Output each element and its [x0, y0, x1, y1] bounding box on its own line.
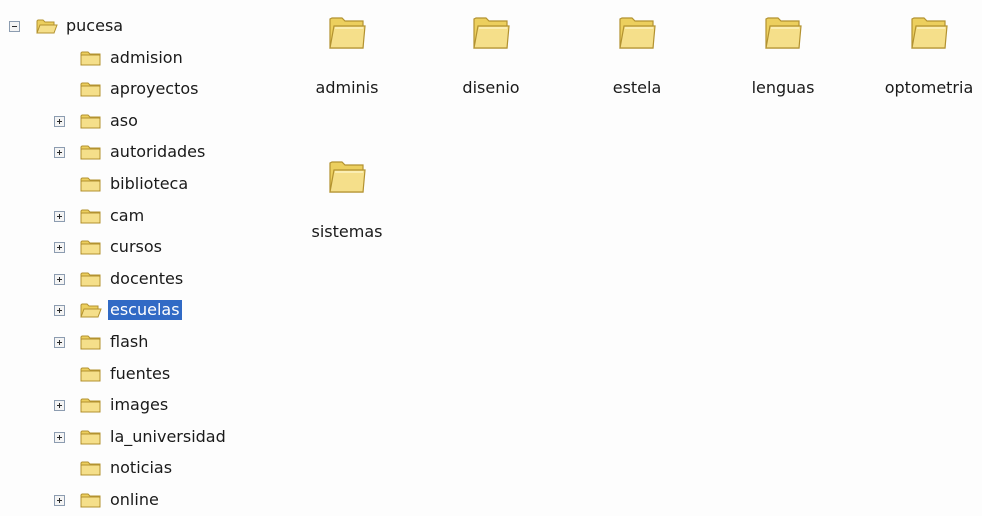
tree-item[interactable]: aproyectos	[0, 76, 290, 102]
tree-item[interactable]: cursos	[0, 234, 290, 260]
folder-item[interactable]: lenguas	[726, 0, 836, 110]
folder-item-label: sistemas	[311, 222, 383, 241]
expand-icon[interactable]	[54, 210, 65, 222]
expand-icon[interactable]	[54, 305, 65, 317]
tree-item[interactable]: aso	[0, 108, 290, 134]
tree-item-label: images	[110, 395, 169, 415]
tree-item[interactable]: la_universidad	[0, 424, 290, 450]
folder-tree-panel: pucesa admision aproyectos aso autoridades bi…	[0, 0, 290, 516]
folder-icon	[80, 333, 102, 351]
folder-icon	[80, 175, 102, 193]
folder-icon	[327, 156, 367, 196]
expand-icon[interactable]	[54, 337, 65, 348]
tree-item-label: pucesa	[66, 16, 124, 35]
tree-item-label: biblioteca	[110, 174, 189, 193]
tree-item[interactable]: autoridades	[0, 139, 290, 165]
tree-item-label: admision	[110, 47, 183, 67]
folder-icon	[80, 80, 102, 98]
folder-item[interactable]: sistemas	[290, 144, 400, 254]
folder-item[interactable]: adminis	[290, 0, 400, 110]
expand-icon[interactable]	[54, 400, 65, 412]
tree-item[interactable]: noticias	[0, 455, 290, 481]
folder-icon	[80, 459, 102, 477]
folder-open-icon	[80, 301, 102, 319]
tree-item-label: aproyectos	[110, 79, 199, 99]
folder-item-label: optometria	[884, 78, 974, 97]
tree-item[interactable]: admision	[0, 45, 290, 71]
tree-item-label: flash	[110, 332, 149, 351]
expand-icon[interactable]	[54, 147, 65, 159]
tree-item-label: aso	[110, 110, 138, 130]
tree-item[interactable]: flash	[0, 329, 290, 355]
tree-item-label: autoridades	[110, 142, 206, 162]
tree-item[interactable]: images	[0, 392, 290, 418]
tree-item[interactable]: fuentes	[0, 361, 290, 387]
tree-item-label: cursos	[110, 237, 162, 257]
tree-item-label: docentes	[110, 268, 184, 288]
collapse-icon[interactable]	[9, 21, 20, 32]
folder-icon	[80, 428, 102, 446]
folder-icon	[80, 270, 102, 288]
folder-icon	[80, 143, 102, 161]
tree-item-label: online	[110, 490, 159, 509]
folder-icon	[327, 12, 367, 52]
expand-icon[interactable]	[54, 115, 65, 127]
folder-item[interactable]: optometria	[872, 0, 982, 110]
tree-item-label: escuelas	[108, 300, 182, 321]
tree-item[interactable]: escuelas	[0, 297, 290, 323]
folder-item-label: lenguas	[751, 78, 815, 97]
tree-item-label: la_universidad	[110, 426, 226, 446]
folder-icon	[80, 396, 102, 414]
tree-item[interactable]: cam	[0, 203, 290, 229]
expand-icon[interactable]	[54, 242, 65, 254]
folder-icon	[80, 112, 102, 130]
tree-item[interactable]: biblioteca	[0, 171, 290, 197]
tree-root-item[interactable]: pucesa	[0, 13, 290, 39]
folder-item[interactable]: estela	[580, 0, 690, 110]
tree-item[interactable]: online	[0, 487, 290, 513]
folder-content-panel: adminis disenio estela lenguas optometria sis…	[290, 0, 982, 516]
tree-item-label: noticias	[110, 458, 173, 478]
expand-icon[interactable]	[54, 495, 65, 506]
folder-icon	[80, 207, 102, 225]
folder-icon	[80, 49, 102, 67]
expand-icon[interactable]	[54, 431, 65, 443]
folder-icon	[763, 12, 803, 52]
folder-icon	[617, 12, 657, 52]
tree-item-label: fuentes	[110, 363, 171, 383]
folder-item-label: adminis	[315, 78, 379, 97]
folder-item-label: disenio	[462, 78, 520, 97]
tree-item-label: cam	[110, 205, 145, 225]
expand-icon[interactable]	[54, 273, 65, 285]
folder-icon	[80, 365, 102, 383]
folder-icon	[909, 12, 949, 52]
file-explorer-window: pucesa admision aproyectos aso autoridades bi…	[0, 0, 982, 516]
folder-icon	[80, 491, 102, 509]
folder-open-icon	[36, 17, 58, 35]
tree-item[interactable]: docentes	[0, 266, 290, 292]
folder-item[interactable]: disenio	[434, 0, 544, 110]
folder-icon	[471, 12, 511, 52]
folder-item-label: estela	[612, 78, 662, 97]
folder-icon	[80, 238, 102, 256]
